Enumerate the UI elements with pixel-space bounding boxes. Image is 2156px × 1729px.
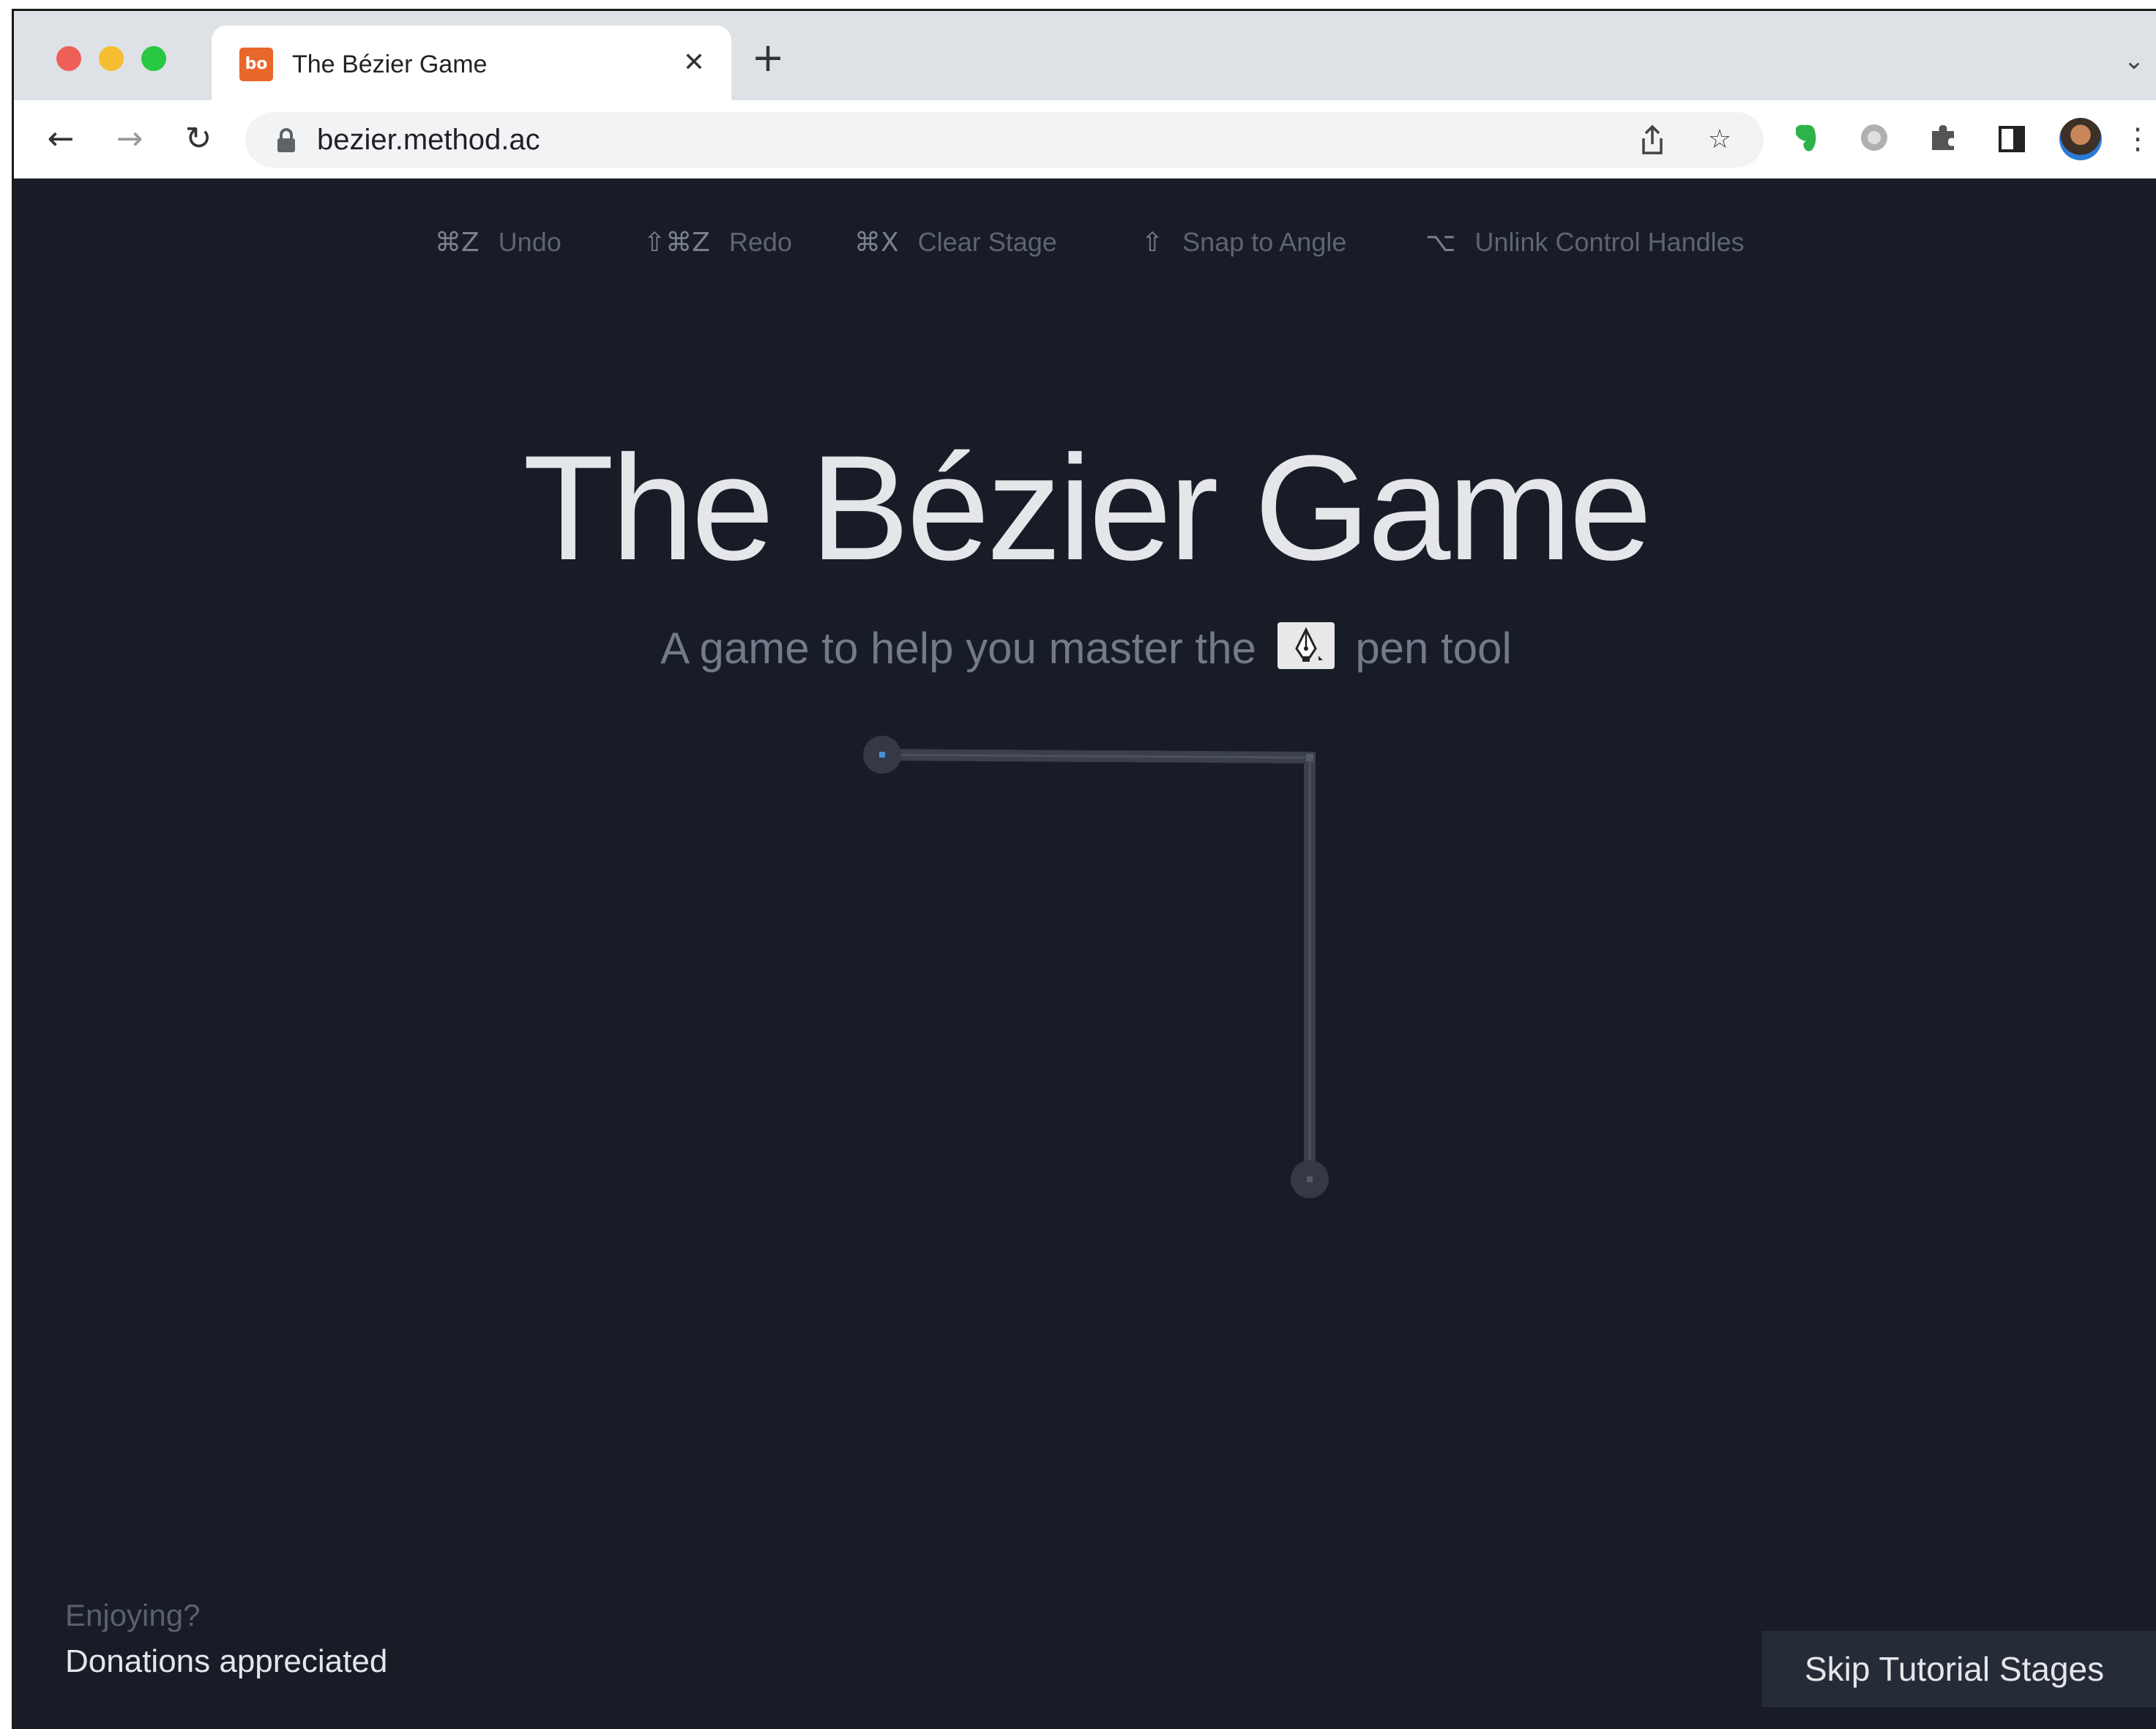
side-panel-icon[interactable] <box>1993 121 2030 157</box>
profile-avatar[interactable] <box>2059 118 2102 160</box>
page-title: The Bézier Game <box>523 425 1652 591</box>
reload-button[interactable]: ↻ <box>178 119 219 160</box>
donations-link[interactable]: Donations appreciated <box>65 1637 387 1686</box>
browser-toolbar: ← → ↻ bezier.method.ac ☆ ⋮ <box>14 100 2156 179</box>
game-page: ⌘Z Undo ⇧⌘Z Redo ⌘X Clear Stage ⇧ Snap to An… <box>14 179 2156 1729</box>
window-close-button[interactable] <box>56 46 81 71</box>
donate-section: Enjoying? Donations appreciated <box>65 1594 387 1686</box>
browser-tab[interactable]: bo The Bézier Game ✕ <box>212 26 731 100</box>
guide-path-highlight <box>881 753 1311 1179</box>
puzzle-icon[interactable] <box>1925 121 1961 157</box>
evernote-icon[interactable] <box>1787 121 1824 157</box>
subtitle-text-before: A game to help you master the <box>660 624 1256 673</box>
end-anchor-square[interactable] <box>1307 1176 1313 1182</box>
url-text[interactable]: bezier.method.ac <box>317 122 540 157</box>
share-icon[interactable] <box>1635 122 1670 157</box>
browser-window: bo The Bézier Game ✕ + ⌄ ← → ↻ bezier.me… <box>12 9 2156 1729</box>
donate-question: Enjoying? <box>65 1598 201 1632</box>
favicon-icon: bo <box>239 48 273 81</box>
tab-search-chevron-icon[interactable]: ⌄ <box>2114 40 2155 81</box>
lock-icon[interactable] <box>275 128 298 153</box>
page-subtitle: A game to help you master the pen tool <box>14 619 2156 678</box>
back-button[interactable]: ← <box>40 119 81 160</box>
bookmark-star-icon[interactable]: ☆ <box>1702 122 1737 157</box>
window-maximize-button[interactable] <box>141 46 166 71</box>
gear-icon[interactable] <box>1856 121 1892 157</box>
tab-strip: bo The Bézier Game ✕ + ⌄ <box>14 11 2156 100</box>
subtitle-text-after: pen tool <box>1355 624 1512 673</box>
drawing-stage[interactable] <box>14 179 2156 1729</box>
tab-title: The Bézier Game <box>292 51 488 78</box>
address-bar[interactable]: bezier.method.ac ☆ <box>245 112 1764 168</box>
pen-tool-icon <box>1277 622 1335 669</box>
browser-menu-icon[interactable]: ⋮ <box>2119 121 2156 157</box>
window-minimize-button[interactable] <box>99 46 124 71</box>
skip-tutorial-button[interactable]: Skip Tutorial Stages <box>1762 1631 2156 1707</box>
tab-close-icon[interactable]: ✕ <box>676 45 712 81</box>
new-tab-button[interactable]: + <box>746 36 790 80</box>
forward-button[interactable]: → <box>109 119 150 160</box>
guide-path <box>881 749 1316 1179</box>
start-anchor-square[interactable] <box>879 752 885 758</box>
corner-anchor-square[interactable] <box>1306 754 1313 761</box>
